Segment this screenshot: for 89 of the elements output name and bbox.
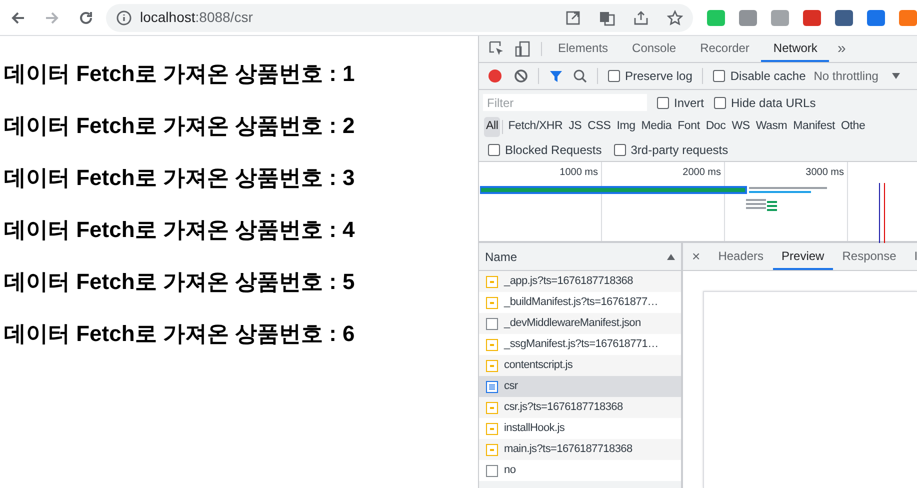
script-file-icon [486,360,498,372]
heading: 데이터 Fetch로 가져온 상품번호 : 3 [4,164,356,192]
script-file-icon [486,338,498,350]
inspect-cursor-icon [489,41,505,57]
heading: 데이터 Fetch로 가져온 상품번호 : 4 [4,216,356,244]
column-header: Name [485,248,518,266]
open-in-new-icon [565,10,581,26]
devtools-tab[interactable]: Network [761,36,830,62]
type-filter-button[interactable]: Media [639,117,674,137]
checkbox-option[interactable]: Hide data URLs [714,94,816,112]
record-icon [488,69,502,83]
request-name: _ssgManifest.js?ts=167618771… [504,337,658,352]
checkbox-option[interactable]: Blocked Requests [488,141,602,159]
search-icon [573,69,587,83]
request-name: installHook.js [504,421,565,436]
type-filter-button[interactable]: Img [614,117,638,137]
star-icon [667,10,683,26]
detail-tab[interactable]: I [905,243,917,270]
request-row[interactable]: _buildManifest.js?ts=16761877… [479,292,681,313]
heading: 데이터 Fetch로 가져온 상품번호 : 1 [4,60,356,88]
device-toolbar-icon [515,41,531,57]
timeline-tick-label: 2000 ms [682,167,721,179]
request-row[interactable]: no [479,460,681,481]
checkbox-option[interactable]: Invert [657,94,704,112]
script-file-icon [486,422,498,434]
type-filter-button[interactable]: JS [566,117,584,137]
timeline-tick-label: 1000 ms [560,167,598,179]
request-row[interactable]: _devMiddlewareManifest.json [479,313,681,334]
type-filter-button[interactable]: CSS [586,117,613,137]
file-icon [486,318,498,330]
extension-icon[interactable] [739,10,757,26]
detail-tab[interactable]: Response [833,243,906,270]
address-bar[interactable]: localhost:8088/csr [106,4,693,32]
timeline-tick-label: 3000 ms [806,167,844,179]
request-row[interactable]: contentscript.js [479,355,681,376]
file-icon [486,464,498,476]
type-filter-button[interactable]: Othe [839,117,868,137]
script-file-icon [486,402,498,414]
request-name: _buildManifest.js?ts=16761877… [504,295,658,310]
sort-ascending-icon [667,254,675,260]
detail-tab[interactable]: Headers [709,243,773,270]
request-name: _app.js?ts=1676187718368 [504,274,633,290]
type-filter-button[interactable]: WS [730,117,752,137]
filter-icon [549,69,563,83]
url-text: localhost:8088/csr [140,8,254,27]
request-name: no [504,463,516,478]
extension-icon[interactable] [867,10,885,26]
script-file-icon [486,444,498,456]
throttling-select[interactable]: No throttling [814,67,878,85]
request-row[interactable]: csr.js?ts=1676187718368 [479,397,681,418]
type-filter-button[interactable]: Manifest [791,117,838,137]
translate-icon [599,10,615,26]
type-filter-button[interactable]: Font [676,117,702,137]
checkbox-option[interactable]: 3rd-party requests [614,141,728,159]
request-name: main.js?ts=1676187718368 [504,442,632,458]
type-filter-button[interactable]: Doc [704,117,728,137]
close-button[interactable]: × [683,243,710,270]
request-row[interactable]: main.js?ts=1676187718368 [479,439,681,460]
script-file-icon [486,276,498,288]
type-filter-button[interactable]: Wasm [754,117,790,137]
request-row[interactable]: installHook.js [479,418,681,439]
request-row[interactable]: csr [479,376,681,397]
document-file-icon [486,380,498,392]
request-name: csr.js?ts=1676187718368 [504,400,623,416]
filter-input[interactable]: Filter [483,94,647,111]
share-icon [633,10,649,26]
request-name: _devMiddlewareManifest.json [504,316,641,332]
dropdown-caret-icon [892,73,900,79]
heading: 데이터 Fetch로 가져온 상품번호 : 6 [4,320,356,348]
extension-icon[interactable] [899,10,917,26]
devtools-tab[interactable]: Elements [546,36,620,62]
script-file-icon [486,296,498,308]
more-tabs-button[interactable]: » [829,36,854,62]
extension-icon[interactable] [835,10,853,26]
devtools-tab[interactable]: Recorder [688,36,762,62]
request-row[interactable]: _app.js?ts=1676187718368 [479,271,681,292]
type-filter-button[interactable]: All [484,117,500,137]
request-name: contentscript.js [504,358,573,374]
checkbox-option[interactable]: Disable cache [713,67,806,85]
info-icon [116,10,132,26]
request-name: csr [504,379,518,394]
devtools-tab[interactable]: Console [620,36,688,62]
type-filter-button[interactable]: Fetch/XHR [506,117,565,137]
clear-icon [514,69,528,83]
heading: 데이터 Fetch로 가져온 상품번호 : 2 [4,112,356,140]
extension-icon[interactable] [803,10,821,26]
request-row[interactable]: _ssgManifest.js?ts=167618771… [479,334,681,355]
checkbox-option[interactable]: Preserve log [608,67,692,85]
heading: 데이터 Fetch로 가져온 상품번호 : 5 [4,268,356,296]
